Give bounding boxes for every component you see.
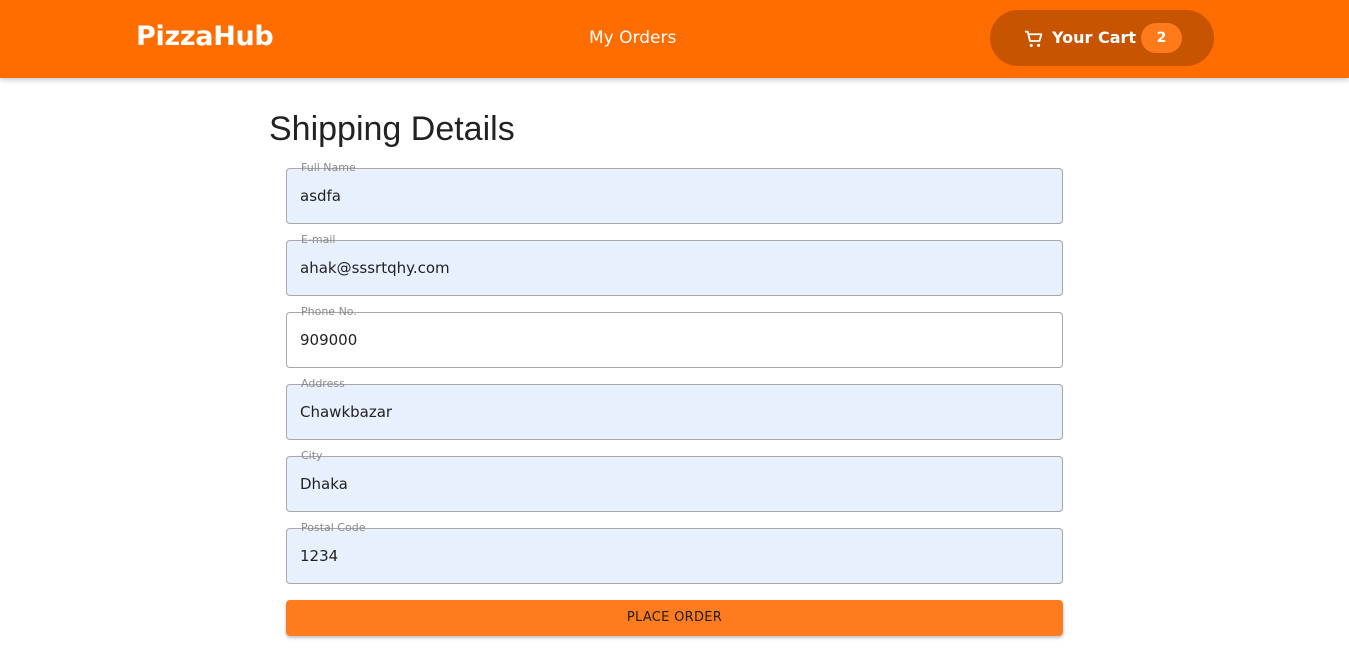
email-input[interactable]	[300, 241, 1040, 295]
navbar: PizzaHub My Orders Your Cart 2	[0, 0, 1349, 78]
city-input[interactable]	[300, 457, 1040, 511]
phone-input[interactable]	[300, 313, 1040, 367]
brand-logo[interactable]: PizzaHub	[136, 21, 274, 52]
address-field[interactable]: Address	[286, 377, 1063, 440]
full-name-input[interactable]	[300, 169, 1040, 223]
postal-code-field[interactable]: Postal Code	[286, 521, 1063, 584]
full-name-field[interactable]: Full Name	[286, 161, 1063, 224]
email-field[interactable]: E-mail	[286, 233, 1063, 296]
my-orders-link[interactable]: My Orders	[589, 28, 676, 48]
cart-count-badge: 2	[1141, 23, 1182, 53]
place-order-button[interactable]: PLACE ORDER	[286, 600, 1063, 636]
phone-field[interactable]: Phone No.	[286, 305, 1063, 368]
city-field[interactable]: City	[286, 449, 1063, 512]
postal-code-input[interactable]	[300, 529, 1040, 583]
cart-label: Your Cart	[1052, 28, 1137, 47]
cart-button[interactable]: Your Cart 2	[990, 10, 1214, 66]
page-title: Shipping Details	[269, 110, 515, 148]
shopping-cart-icon	[1024, 30, 1043, 47]
address-input[interactable]	[300, 385, 1040, 439]
